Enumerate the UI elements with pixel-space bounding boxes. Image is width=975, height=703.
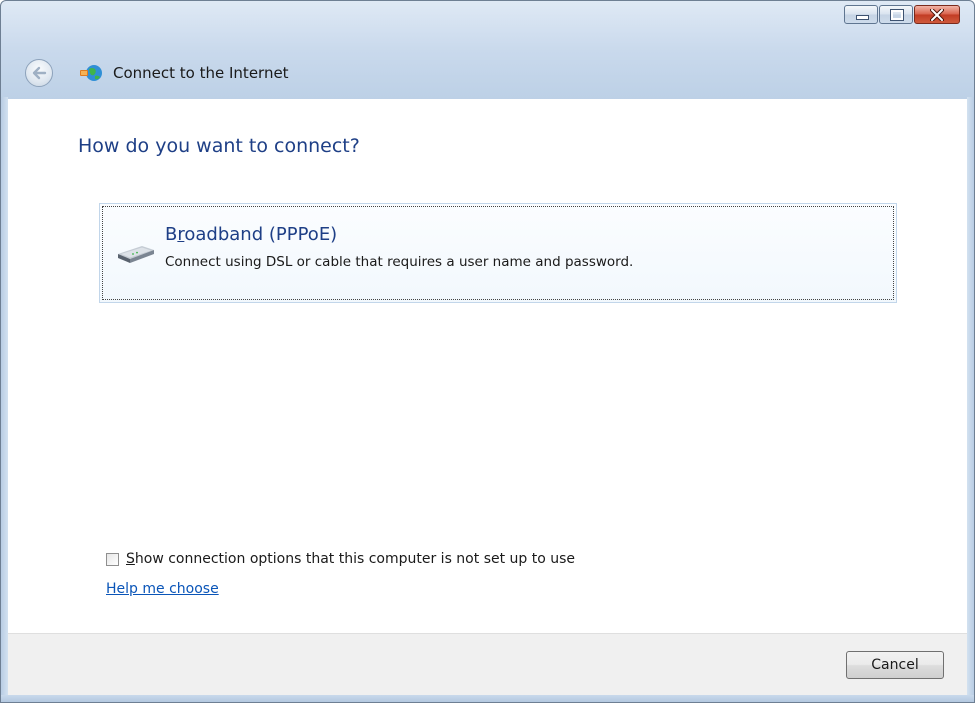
close-icon [915, 6, 959, 23]
dialog-footer: Cancel [8, 633, 967, 696]
show-options-row: Show connection options that this comput… [106, 549, 575, 569]
modem-icon [118, 246, 154, 263]
window-frame-right [967, 97, 974, 702]
show-options-label[interactable]: Show connection options that this comput… [126, 551, 575, 567]
back-button[interactable] [25, 59, 53, 87]
content-area: How do you want to connect? Broadband (P… [8, 99, 967, 633]
page-heading: How do you want to connect? [78, 135, 360, 157]
option-title: Broadband (PPPoE) [165, 224, 338, 245]
cancel-button[interactable]: Cancel [846, 651, 944, 679]
help-me-choose-link[interactable]: Help me choose [106, 581, 219, 597]
maximize-button[interactable] [879, 5, 913, 24]
minimize-button[interactable] [844, 5, 878, 24]
window-frame-left [1, 97, 8, 702]
close-button[interactable] [914, 5, 960, 24]
broadband-option[interactable]: Broadband (PPPoE) Connect using DSL or c… [99, 203, 897, 303]
dialog-window: Connect to the Internet How do you want … [0, 0, 975, 703]
focus-rectangle [102, 206, 894, 300]
network-globe-icon [80, 65, 102, 81]
window-frame-bottom [1, 695, 974, 702]
back-arrow-icon [32, 66, 47, 80]
option-description: Connect using DSL or cable that requires… [165, 254, 634, 270]
window-title: Connect to the Internet [113, 64, 289, 82]
show-options-checkbox[interactable] [106, 552, 119, 566]
caption-buttons [844, 5, 960, 25]
maximize-icon [890, 9, 904, 21]
minimize-icon [856, 15, 869, 20]
